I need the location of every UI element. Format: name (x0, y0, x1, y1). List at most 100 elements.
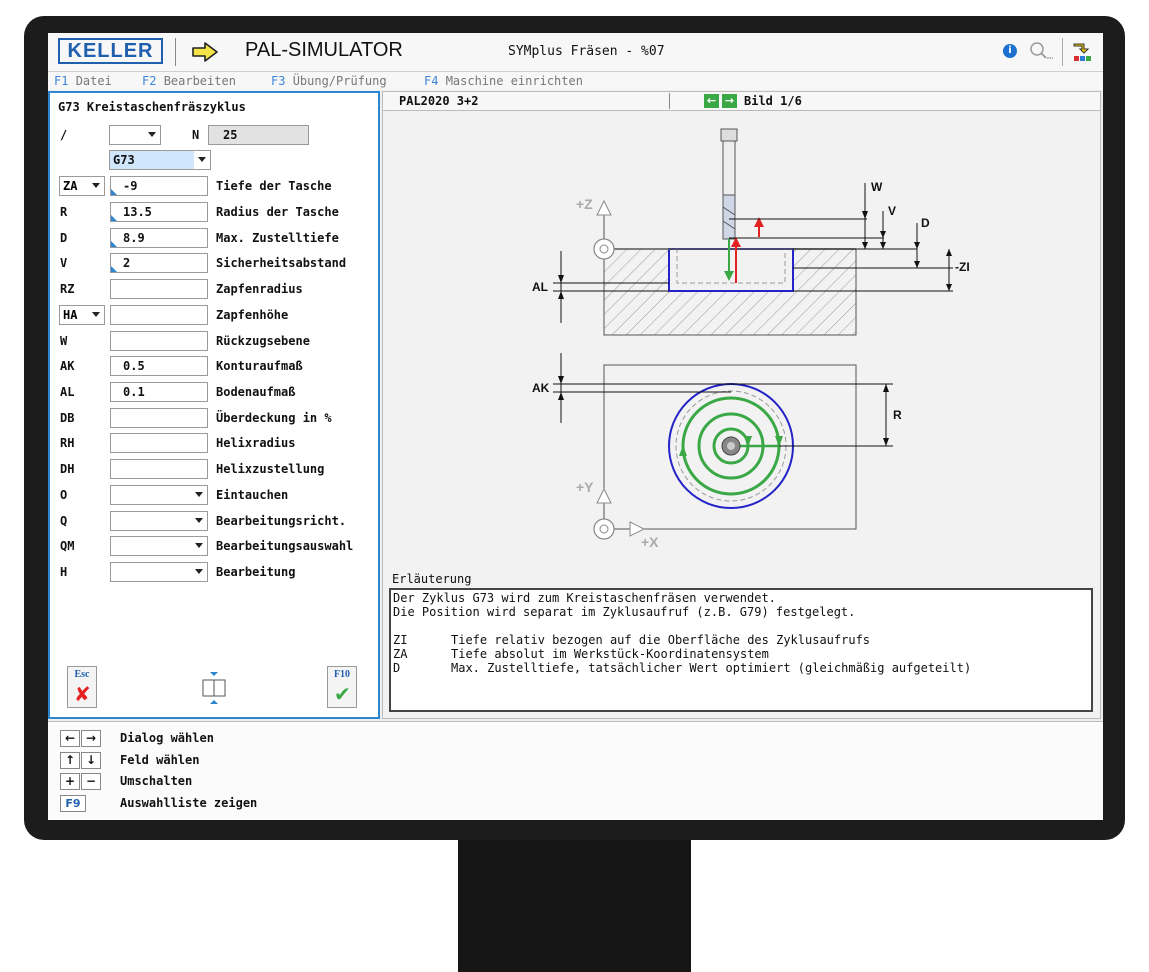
escape-button[interactable]: Esc ✘ (67, 666, 97, 708)
image-counter: Bild 1/6 (744, 94, 802, 108)
block-number-field: 25 (208, 125, 309, 145)
row-v: V 2 Sicherheitsabstand (50, 253, 380, 275)
row-w: W Rückzugsebene (50, 331, 380, 353)
chevron-down-icon (92, 312, 100, 317)
z-axis-label: +Z (576, 196, 593, 212)
dh-input[interactable] (110, 459, 208, 479)
rz-input[interactable] (110, 279, 208, 299)
f10-key-label: F10 (333, 669, 351, 680)
ha-input[interactable] (110, 305, 208, 325)
key-plus: + (60, 773, 80, 790)
key-minus: − (81, 773, 101, 790)
hint-toggle: Umschalten (120, 774, 193, 788)
preview-header-separator (669, 93, 670, 109)
r-label: R (60, 205, 68, 219)
split-view-icon[interactable] (200, 670, 228, 710)
ak-input[interactable]: 0.5 (110, 356, 208, 376)
dh-description: Helixzustellung (216, 462, 325, 476)
search-icon[interactable] (1029, 41, 1054, 65)
d-input[interactable]: 8.9 (110, 228, 208, 248)
ha-mode-select[interactable]: HA (59, 305, 105, 325)
ak-description: Konturaufmaß (216, 359, 303, 373)
term-text-d: Max. Zustelltiefe, tatsächlicher Wert op… (451, 661, 972, 675)
term-text-zi: Tiefe relativ bezogen auf die Oberfläche… (451, 633, 871, 647)
cycle-parameter-panel: G73 Kreistaschenfräszyklus / N 25 G73 ZA… (48, 91, 380, 719)
o-description: Eintauchen (216, 488, 289, 502)
v-description: Sicherheitsabstand (216, 256, 347, 270)
g-code-value: G73 (110, 151, 194, 169)
arrow-right-icon[interactable] (190, 41, 220, 67)
skip-select[interactable] (109, 125, 161, 145)
h-label: H (60, 565, 68, 579)
w-dimension-label: W (871, 180, 883, 194)
top-view-workpiece (603, 364, 857, 530)
pocket-cycle-drawing: +Z W V D -ZI AL AK R +Y +X (532, 128, 970, 550)
o-select[interactable] (110, 485, 208, 505)
previous-image-button[interactable]: ← (704, 94, 719, 108)
row-ak: AK 0.5 Konturaufmaß (50, 356, 380, 378)
monitor-stand (458, 840, 691, 972)
ak-label: AK (60, 359, 75, 373)
screen: KELLER PAL-SIMULATOR SYMplus Fräsen - %0… (48, 33, 1103, 820)
row-d: D 8.9 Max. Zustelltiefe (50, 228, 380, 250)
key-right: → (81, 730, 101, 747)
dh-label: DH (60, 462, 75, 476)
q-select[interactable] (110, 511, 208, 531)
w-description: Rückzugsebene (216, 334, 310, 348)
db-input[interactable] (110, 408, 208, 428)
v-input[interactable]: 2 (110, 253, 208, 273)
info-icon[interactable]: i (1003, 44, 1017, 58)
cross-icon: ✘ (74, 682, 91, 706)
rh-description: Helixradius (216, 436, 296, 450)
rh-input[interactable] (110, 433, 208, 453)
preview-title: PAL2020 3+2 (399, 94, 479, 108)
al-input[interactable]: 0.1 (110, 382, 208, 402)
h-select[interactable] (110, 562, 208, 582)
color-arrow-icon[interactable] (1070, 40, 1094, 68)
rz-label: RZ (60, 282, 75, 296)
row-al: AL 0.1 Bodenaufmaß (50, 382, 380, 404)
title-separator (175, 38, 176, 66)
r-description: Radius der Tasche (216, 205, 339, 219)
menu-maschine-einrichten[interactable]: F4 Maschine einrichten (424, 74, 583, 88)
rh-label: RH (60, 436, 75, 450)
za-mode-select[interactable]: ZA (59, 176, 105, 196)
al-description: Bodenaufmaß (216, 385, 296, 399)
za-input[interactable]: -9 (110, 176, 208, 196)
r-dimension-label: R (893, 408, 902, 422)
next-image-button[interactable]: → (722, 94, 737, 108)
menu-bearbeiten[interactable]: F2 Bearbeiten (142, 74, 236, 88)
h-description: Bearbeitung (216, 565, 296, 579)
qm-select[interactable] (110, 536, 208, 556)
v-label: V (60, 256, 68, 270)
confirm-button[interactable]: F10 ✔ (327, 666, 357, 708)
explanation-box: Der Zyklus G73 wird zum Kreistaschenfräs… (389, 588, 1093, 712)
slash-label: / (60, 128, 68, 142)
menu-bar: F1 Datei F2 Bearbeiten F3 Übung/Prüfung … (48, 72, 1103, 90)
hint-field: Feld wählen (120, 753, 200, 767)
hint-selection-list: Auswahlliste zeigen (120, 796, 258, 810)
g-code-select[interactable]: G73 (109, 150, 211, 170)
chevron-down-icon (195, 569, 203, 574)
row-h: H Bearbeitung (50, 562, 380, 584)
x-axis-label: +X (641, 534, 659, 550)
row-dh: DH Helixzustellung (50, 459, 380, 481)
r-input[interactable]: 13.5 (110, 202, 208, 222)
key-hint-footer: ← → Dialog wählen ↑ ↓ Feld wählen + − Um… (48, 721, 1103, 820)
menu-uebung-pruefung[interactable]: F3 Übung/Prüfung (271, 74, 387, 88)
db-label: DB (60, 411, 75, 425)
title-separator-right (1062, 38, 1063, 66)
menu-datei[interactable]: F1 Datei (54, 74, 112, 88)
checkmark-icon: ✔ (334, 682, 351, 706)
ak-dimension-label: AK (532, 381, 550, 395)
key-up: ↑ (60, 752, 80, 769)
chevron-down-icon (195, 518, 203, 523)
row-za: ZA -9 Tiefe der Tasche (50, 176, 380, 198)
esc-key-label: Esc (74, 669, 90, 680)
row-db: DB Überdeckung in % (50, 408, 380, 430)
explanation-line-1: Der Zyklus G73 wird zum Kreistaschenfräs… (393, 591, 776, 605)
w-label: W (60, 334, 68, 348)
row-r: R 13.5 Radius der Tasche (50, 202, 380, 224)
w-input[interactable] (110, 331, 208, 351)
o-label: O (60, 488, 68, 502)
